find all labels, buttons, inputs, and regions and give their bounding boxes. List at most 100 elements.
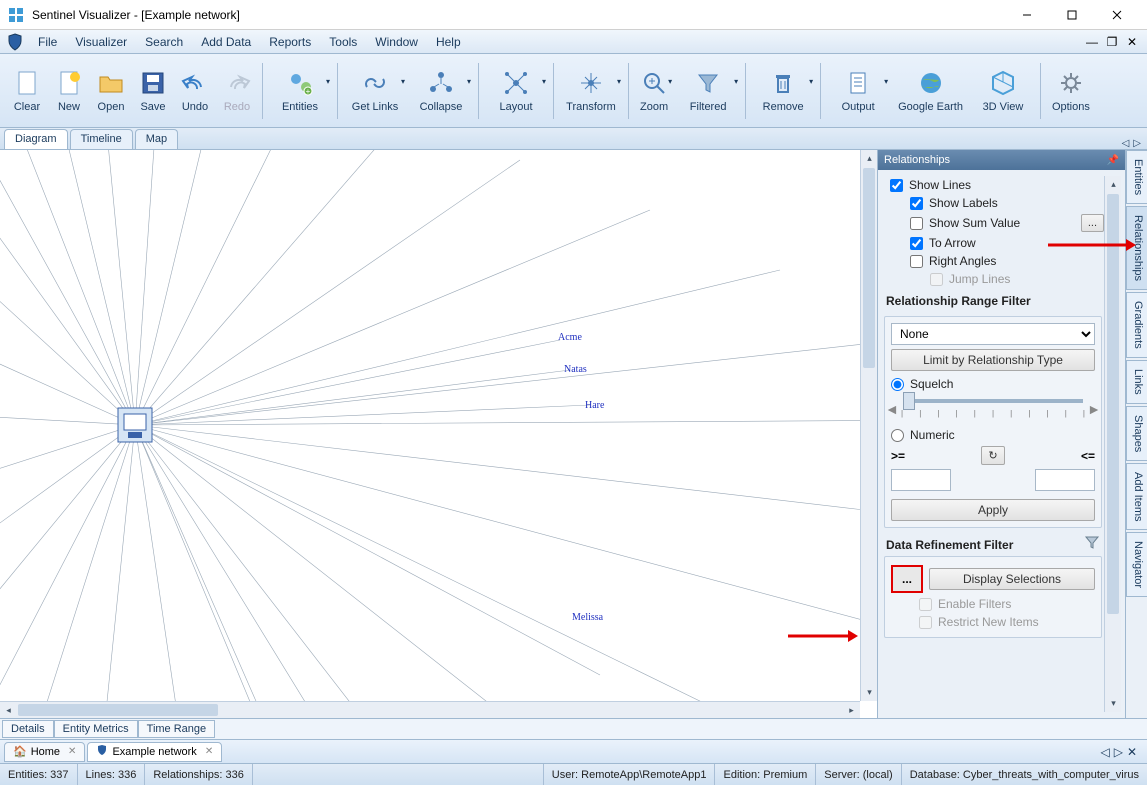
open-button[interactable]: Open bbox=[90, 59, 132, 123]
collapse-icon bbox=[427, 69, 455, 97]
canvas-horizontal-scrollbar[interactable]: ◂ ▸ bbox=[0, 701, 860, 718]
collapse-button[interactable]: Collapse▾ bbox=[408, 59, 474, 123]
right-angles-checkbox[interactable]: Right Angles bbox=[882, 252, 1104, 270]
google-earth-button[interactable]: Google Earth bbox=[891, 59, 970, 123]
sum-value-options-button[interactable]: ... bbox=[1081, 214, 1104, 232]
doc-close-icon[interactable]: ✕ bbox=[1127, 745, 1137, 759]
doc-next-icon[interactable]: ▷ bbox=[1114, 745, 1123, 759]
btab-time-range[interactable]: Time Range bbox=[138, 720, 216, 738]
get-links-button[interactable]: Get Links▾ bbox=[342, 59, 408, 123]
gte-input[interactable] bbox=[891, 469, 951, 491]
scroll-down-icon[interactable]: ▾ bbox=[1105, 695, 1122, 712]
doc-prev-icon[interactable]: ◁ bbox=[1100, 745, 1109, 759]
show-labels-checkbox[interactable]: Show Labels bbox=[882, 194, 1104, 212]
redo-button[interactable]: Redo bbox=[216, 59, 258, 123]
shield-icon bbox=[6, 33, 24, 51]
3d-view-button[interactable]: 3D View bbox=[970, 59, 1036, 123]
scroll-up-icon[interactable]: ▴ bbox=[1105, 176, 1122, 193]
menu-file[interactable]: File bbox=[30, 32, 65, 52]
gear-icon bbox=[1057, 69, 1085, 97]
filtered-button[interactable]: Filtered▾ bbox=[675, 59, 741, 123]
jump-lines-checkbox: Jump Lines bbox=[882, 270, 1104, 288]
save-button[interactable]: Save bbox=[132, 59, 174, 123]
scroll-thumb-vertical[interactable] bbox=[863, 168, 875, 368]
to-arrow-checkbox[interactable]: To Arrow bbox=[882, 234, 1104, 252]
tab-timeline[interactable]: Timeline bbox=[70, 129, 133, 149]
entities-button[interactable]: +Entities▾ bbox=[267, 59, 333, 123]
range-filter-select[interactable]: None bbox=[891, 323, 1095, 345]
side-tab-shapes[interactable]: Shapes bbox=[1126, 406, 1147, 461]
chevron-down-icon: ▾ bbox=[734, 77, 738, 86]
side-tab-relationships[interactable]: Relationships bbox=[1126, 206, 1147, 290]
tab-prev-icon[interactable]: ◁ bbox=[1122, 138, 1130, 149]
node-label-natas: Natas bbox=[564, 364, 587, 375]
scroll-thumb-horizontal[interactable] bbox=[18, 704, 218, 716]
side-tab-entities[interactable]: Entities bbox=[1126, 150, 1147, 204]
mdi-restore-button[interactable]: ❐ bbox=[1103, 34, 1121, 50]
menu-reports[interactable]: Reports bbox=[261, 32, 319, 52]
side-tabs: Entities Relationships Gradients Links S… bbox=[1125, 150, 1147, 718]
layout-button[interactable]: Layout▾ bbox=[483, 59, 549, 123]
numeric-radio[interactable]: Numeric bbox=[891, 420, 1095, 442]
menu-window[interactable]: Window bbox=[367, 32, 426, 52]
refinement-ellipsis-button[interactable]: ... bbox=[891, 565, 923, 593]
mdi-minimize-button[interactable]: — bbox=[1083, 34, 1101, 50]
menu-tools[interactable]: Tools bbox=[321, 32, 365, 52]
btab-details[interactable]: Details bbox=[2, 720, 54, 738]
show-lines-checkbox[interactable]: Show Lines bbox=[882, 176, 1104, 194]
menu-search[interactable]: Search bbox=[137, 32, 191, 52]
limit-by-type-button[interactable]: Limit by Relationship Type bbox=[891, 349, 1095, 371]
maximize-button[interactable] bbox=[1049, 0, 1094, 30]
central-node[interactable] bbox=[118, 408, 152, 442]
side-tab-add-items[interactable]: Add Items bbox=[1126, 463, 1147, 531]
show-sum-value-checkbox[interactable]: Show Sum Value... bbox=[882, 212, 1104, 234]
display-selections-button[interactable]: Display Selections bbox=[929, 568, 1095, 590]
mdi-close-button[interactable]: ✕ bbox=[1123, 34, 1141, 50]
close-icon[interactable]: ✕ bbox=[68, 746, 76, 757]
panel-vertical-scrollbar[interactable]: ▴ ▾ bbox=[1104, 176, 1121, 712]
chevron-down-icon: ▾ bbox=[668, 77, 672, 86]
scroll-up-icon[interactable]: ▴ bbox=[861, 150, 877, 167]
side-tab-navigator[interactable]: Navigator bbox=[1126, 532, 1147, 597]
scroll-down-icon[interactable]: ▾ bbox=[861, 684, 877, 701]
side-tab-gradients[interactable]: Gradients bbox=[1126, 292, 1147, 358]
options-button[interactable]: Options bbox=[1045, 59, 1097, 123]
trash-icon bbox=[769, 69, 797, 97]
pin-icon[interactable]: 📌 bbox=[1107, 155, 1119, 166]
undo-button[interactable]: Undo bbox=[174, 59, 216, 123]
doc-tab-example-network[interactable]: Example network ✕ bbox=[87, 742, 222, 762]
transform-button[interactable]: Transform▾ bbox=[558, 59, 624, 123]
menu-add-data[interactable]: Add Data bbox=[193, 32, 259, 52]
layout-icon bbox=[502, 69, 530, 97]
doc-tab-home[interactable]: 🏠 Home ✕ bbox=[4, 742, 85, 762]
btab-entity-metrics[interactable]: Entity Metrics bbox=[54, 720, 138, 738]
scroll-left-icon[interactable]: ◂ bbox=[0, 702, 17, 718]
tab-map[interactable]: Map bbox=[135, 129, 178, 149]
chevron-down-icon: ▾ bbox=[542, 77, 546, 86]
new-button[interactable]: New bbox=[48, 59, 90, 123]
squelch-slider[interactable] bbox=[903, 399, 1083, 403]
side-tab-links[interactable]: Links bbox=[1126, 360, 1147, 404]
funnel-icon bbox=[1084, 535, 1104, 554]
zoom-button[interactable]: Zoom▾ bbox=[633, 59, 675, 123]
remove-button[interactable]: Remove▾ bbox=[750, 59, 816, 123]
scroll-right-icon[interactable]: ▸ bbox=[843, 702, 860, 718]
menu-visualizer[interactable]: Visualizer bbox=[67, 32, 135, 52]
canvas-vertical-scrollbar[interactable]: ▴ ▾ bbox=[860, 150, 877, 701]
close-icon[interactable]: ✕ bbox=[205, 746, 213, 757]
diagram-canvas[interactable]: Acme Natas Hare Melissa Natas Eliza ▴ ▾ … bbox=[0, 150, 877, 718]
scroll-thumb-vertical[interactable] bbox=[1107, 194, 1119, 614]
close-button[interactable] bbox=[1094, 0, 1139, 30]
tab-diagram[interactable]: Diagram bbox=[4, 129, 68, 149]
clear-button[interactable]: Clear bbox=[6, 59, 48, 123]
minimize-button[interactable] bbox=[1004, 0, 1049, 30]
node-label-melissa: Melissa bbox=[572, 612, 604, 623]
squelch-radio[interactable]: Squelch bbox=[891, 371, 1095, 391]
apply-button[interactable]: Apply bbox=[891, 499, 1095, 521]
tab-next-icon[interactable]: ▷ bbox=[1133, 138, 1141, 149]
lte-input[interactable] bbox=[1035, 469, 1095, 491]
numeric-reset-button[interactable]: ↻ bbox=[981, 446, 1004, 465]
transform-icon bbox=[577, 69, 605, 97]
output-button[interactable]: Output▾ bbox=[825, 59, 891, 123]
menu-help[interactable]: Help bbox=[428, 32, 469, 52]
